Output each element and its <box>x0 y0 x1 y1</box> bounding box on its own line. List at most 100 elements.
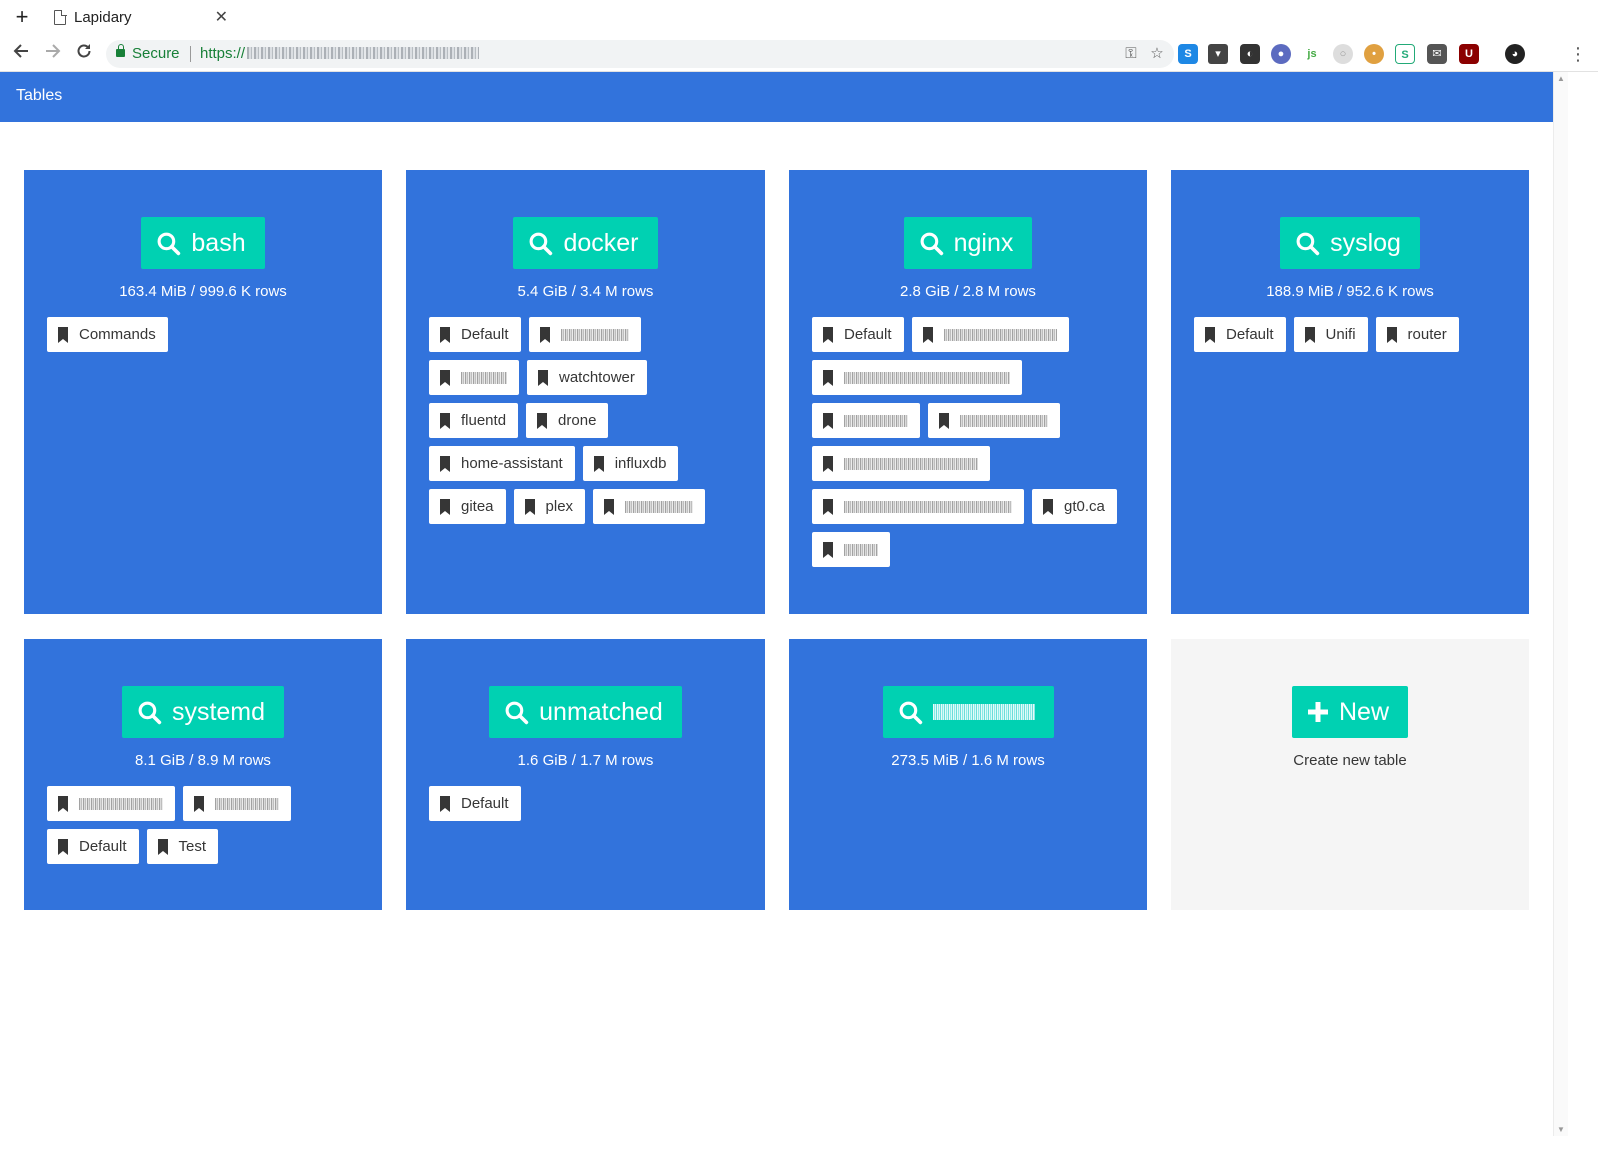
page-icon <box>54 9 67 25</box>
saved-view-button[interactable]: Default <box>812 317 904 352</box>
bookmark-icon <box>440 795 450 812</box>
saved-view-button[interactable] <box>812 403 920 438</box>
redacted-view-label <box>461 371 507 384</box>
extension-skype-icon[interactable]: S <box>1178 44 1198 64</box>
saved-view-button[interactable]: Default <box>47 829 139 864</box>
saved-views-list: Default Unifi router <box>1194 317 1509 360</box>
table-search-button[interactable]: systemd <box>121 686 285 738</box>
bookmark-icon <box>1304 326 1315 343</box>
table-name: docker <box>563 228 639 257</box>
table-search-button[interactable]: bash <box>141 217 265 269</box>
saved-view-button[interactable]: Default <box>429 786 521 821</box>
app-title[interactable]: Tables <box>16 87 62 105</box>
extension-privacy-icon[interactable]: ◐ <box>1240 44 1260 64</box>
saved-view-label: gitea <box>461 498 494 515</box>
bookmark-icon <box>1386 326 1397 343</box>
secure-label: Secure <box>132 45 180 62</box>
saved-view-button[interactable]: watchtower <box>527 360 647 395</box>
bookmark-icon <box>823 498 833 515</box>
browser-tab[interactable]: Lapidary ✕ <box>46 4 234 32</box>
back-icon[interactable] <box>8 41 34 67</box>
saved-view-button[interactable]: Unifi <box>1293 317 1368 352</box>
table-card-systemd: systemd 8.1 GiB / 8.9 M rows Default Tes… <box>24 639 382 910</box>
table-search-button[interactable]: docker <box>513 217 658 269</box>
bookmark-icon <box>823 369 833 386</box>
table-card-docker: docker 5.4 GiB / 3.4 M rows Default watc… <box>406 170 765 614</box>
page-scrollbar[interactable]: ▲ ▼ <box>1553 72 1568 1136</box>
redacted-view-label <box>560 328 629 341</box>
bookmark-icon <box>157 838 168 855</box>
new-tab-button[interactable]: + <box>10 6 34 30</box>
table-search-button[interactable]: nginx <box>903 217 1033 269</box>
redacted-view-label <box>844 371 1010 384</box>
saved-view-button[interactable] <box>593 489 706 524</box>
table-name: unmatched <box>539 697 663 726</box>
extension-cookie-icon[interactable]: • <box>1364 44 1384 64</box>
extension-js-icon[interactable]: js <box>1302 44 1322 64</box>
table-card-unmatched: unmatched 1.6 GiB / 1.7 M rows Default <box>406 639 765 910</box>
saved-views-list: Default Test <box>47 786 362 872</box>
saved-view-label: Default <box>79 838 127 855</box>
saved-view-button[interactable] <box>928 403 1060 438</box>
saved-view-button[interactable]: gt0.ca <box>1032 489 1117 524</box>
table-search-button[interactable]: syslog <box>1280 217 1420 269</box>
saved-view-button[interactable]: Default <box>1194 317 1286 352</box>
extension-globe-icon[interactable]: ● <box>1271 44 1291 64</box>
saved-view-button[interactable] <box>812 489 1024 524</box>
close-tab-icon[interactable]: ✕ <box>215 7 228 27</box>
address-bar[interactable]: Secure https:// ⚿ ☆ <box>106 40 1174 68</box>
saved-view-button[interactable] <box>911 317 1069 352</box>
profile-avatar-icon[interactable]: ◕ <box>1505 44 1525 64</box>
bookmark-icon <box>939 412 949 429</box>
saved-view-button[interactable] <box>528 317 641 352</box>
saved-view-button[interactable] <box>812 360 1022 395</box>
bookmark-icon <box>823 412 833 429</box>
saved-view-button[interactable]: fluentd <box>429 403 519 438</box>
saved-view-button[interactable] <box>812 446 990 481</box>
saved-view-label: influxdb <box>614 455 667 472</box>
extension-ublock-icon[interactable]: U <box>1459 44 1479 64</box>
forward-icon[interactable] <box>40 41 66 67</box>
saved-view-label: Commands <box>79 326 156 343</box>
redacted-view-label <box>943 328 1057 341</box>
reload-icon[interactable] <box>71 41 97 67</box>
saved-view-button[interactable] <box>183 786 291 821</box>
saved-view-button[interactable]: drone <box>526 403 609 438</box>
scroll-up-arrow-icon[interactable]: ▲ <box>1557 74 1565 83</box>
saved-view-button[interactable]: plex <box>513 489 586 524</box>
table-stats: 188.9 MiB / 952.6 K rows <box>1266 283 1434 300</box>
scroll-down-arrow-icon[interactable]: ▼ <box>1557 1125 1565 1134</box>
bookmark-star-icon[interactable]: ☆ <box>1148 45 1166 63</box>
saved-view-button[interactable]: Default <box>429 317 521 352</box>
table-search-button[interactable]: unmatched <box>489 686 682 738</box>
url-prefix: https:// <box>200 45 246 62</box>
saved-view-label: home-assistant <box>461 455 563 472</box>
saved-view-button[interactable]: influxdb <box>582 446 679 481</box>
saved-view-button[interactable] <box>812 532 890 567</box>
extension-circle-icon[interactable]: ○ <box>1333 44 1353 64</box>
saved-views-list: Default watchtower fluentd drone home-as… <box>429 317 745 532</box>
saved-view-button[interactable]: Test <box>146 829 219 864</box>
bookmark-icon <box>593 455 604 472</box>
saved-view-button[interactable] <box>429 360 519 395</box>
bookmark-icon <box>524 498 535 515</box>
saved-view-button[interactable]: router <box>1375 317 1459 352</box>
saved-view-label: plex <box>545 498 574 515</box>
table-name: syslog <box>1330 228 1401 257</box>
extension-mail-icon[interactable]: ✉ <box>1427 44 1447 64</box>
extension-s-icon[interactable]: S <box>1395 44 1415 64</box>
key-icon[interactable]: ⚿ <box>1122 45 1140 63</box>
saved-view-label: Default <box>1226 326 1274 343</box>
table-search-button[interactable] <box>882 686 1054 738</box>
bookmark-icon <box>440 326 450 343</box>
new-table-button[interactable]: New <box>1291 686 1408 738</box>
saved-view-button[interactable] <box>47 786 175 821</box>
redacted-view-label <box>844 457 978 470</box>
browser-menu-icon[interactable]: ⋮ <box>1568 44 1588 64</box>
saved-view-button[interactable]: gitea <box>429 489 506 524</box>
extension-pocket-icon[interactable]: ▾ <box>1208 44 1228 64</box>
bookmark-icon <box>823 455 833 472</box>
redacted-view-label <box>625 500 694 513</box>
saved-view-button[interactable]: Commands <box>47 317 168 352</box>
saved-view-button[interactable]: home-assistant <box>429 446 575 481</box>
